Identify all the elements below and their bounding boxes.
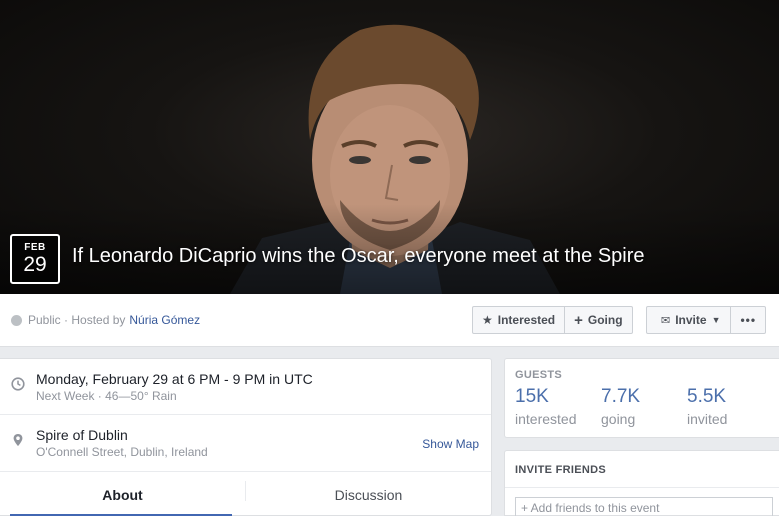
interested-button[interactable]: ★ Interested <box>473 307 564 333</box>
event-action-bar: Public · Hosted by Núria Gómez ★ Interes… <box>0 294 779 347</box>
event-details-card: Monday, February 29 at 6 PM - 9 PM in UT… <box>0 358 492 516</box>
event-tabs: About Discussion <box>0 472 491 516</box>
date-month: FEB <box>24 242 46 253</box>
invite-button-group: ✉ Invite ▼ ••• <box>646 306 767 334</box>
globe-icon <box>11 314 22 326</box>
going-stat-label: going <box>601 411 636 427</box>
caret-down-icon: ▼ <box>711 315 721 325</box>
location-address: O'Connell Street, Dublin, Ireland <box>36 445 208 459</box>
map-pin-icon <box>13 434 23 446</box>
rsvp-button-group: ★ Interested + Going <box>472 306 633 334</box>
going-stat[interactable]: 7.7K going <box>601 386 640 430</box>
interested-stat[interactable]: 15K interested <box>515 386 576 430</box>
invited-count: 5.5K <box>687 386 727 407</box>
privacy-host-info: Public · Hosted by Núria Gómez <box>11 313 200 327</box>
invite-label: Invite <box>675 313 707 327</box>
date-day: 29 <box>23 253 47 276</box>
event-location-row: Spire of Dublin O'Connell Street, Dublin… <box>0 415 491 472</box>
going-count: 7.7K <box>601 386 641 407</box>
event-datetime: Monday, February 29 at 6 PM - 9 PM in UT… <box>36 371 313 387</box>
date-badge: FEB 29 <box>10 234 60 284</box>
event-cover-photo: FEB 29 If Leonardo DiCaprio wins the Osc… <box>0 0 779 294</box>
interested-label: Interested <box>497 313 556 327</box>
more-options-label: ••• <box>740 313 757 327</box>
interested-stat-label: interested <box>515 411 577 427</box>
tab-discussion[interactable]: Discussion <box>246 472 491 516</box>
envelope-icon: ✉ <box>661 314 671 327</box>
invite-friends-heading: INVITE FRIENDS <box>515 464 606 476</box>
show-map-link[interactable]: Show Map <box>422 437 479 451</box>
add-friends-input[interactable]: + Add friends to this event <box>515 497 773 516</box>
more-options-button[interactable]: ••• <box>730 307 765 333</box>
event-weather: Next Week · 46—50° Rain <box>36 389 177 403</box>
invite-friends-card: INVITE FRIENDS + Add friends to this eve… <box>504 450 779 516</box>
privacy-label: Public · Hosted by <box>28 313 126 327</box>
invited-stat-label: invited <box>687 411 728 427</box>
invited-stat[interactable]: 5.5K invited <box>687 386 727 430</box>
invite-button[interactable]: ✉ Invite ▼ <box>647 307 730 333</box>
plus-icon: + <box>574 311 583 329</box>
going-button[interactable]: + Going <box>564 307 631 333</box>
guests-heading: GUESTS <box>515 369 563 381</box>
event-time-row: Monday, February 29 at 6 PM - 9 PM in UT… <box>0 359 491 415</box>
interested-count: 15K <box>515 386 549 407</box>
going-label: Going <box>587 313 623 327</box>
invite-divider <box>505 487 779 488</box>
event-title: If Leonardo DiCaprio wins the Oscar, eve… <box>72 245 645 267</box>
star-icon: ★ <box>482 313 493 327</box>
guests-card: GUESTS 15K interested 7.7K going 5.5K in… <box>504 358 779 438</box>
location-name[interactable]: Spire of Dublin <box>36 427 128 443</box>
clock-icon <box>11 377 25 391</box>
host-link[interactable]: Núria Gómez <box>129 313 200 327</box>
tab-about[interactable]: About <box>0 472 245 516</box>
